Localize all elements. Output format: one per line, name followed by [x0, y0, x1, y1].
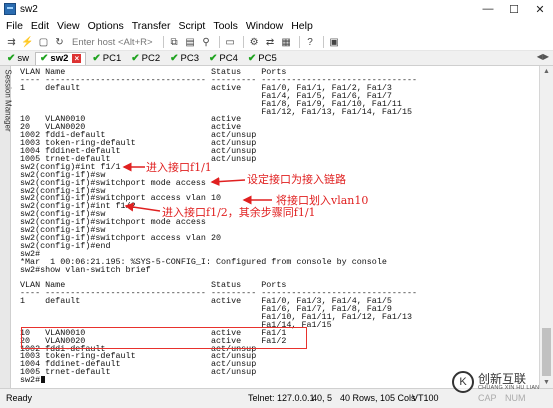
toolbar-divider [242, 36, 244, 48]
copy-icon[interactable]: ⧉ [169, 37, 180, 48]
toolbar-divider [218, 36, 220, 48]
session-options-icon[interactable]: ▣ [329, 37, 340, 48]
toolbar-divider [298, 36, 300, 48]
menu-bar: File Edit View Options Transfer Script T… [0, 18, 553, 34]
paste-icon[interactable]: ▤ [185, 37, 196, 48]
terminal-line: sw2# [20, 375, 41, 386]
tab-pc5[interactable]: ✔ PC5 [244, 52, 281, 65]
maximize-button[interactable]: ☐ [501, 0, 527, 18]
connected-check-icon: ✔ [131, 52, 140, 64]
status-terminal-size: 40 Rows, 105 Cols [340, 393, 416, 403]
tab-label: PC2 [141, 52, 161, 64]
menu-help[interactable]: Help [291, 20, 313, 32]
toolbar-divider [162, 36, 164, 48]
reconnect-icon[interactable]: ↻ [54, 37, 65, 48]
toolbar-divider [322, 36, 324, 48]
tab-pc1[interactable]: ✔ PC1 [88, 52, 125, 65]
connect-icon[interactable]: ⇉ [6, 37, 17, 48]
help-icon[interactable]: ? [305, 37, 316, 48]
close-button[interactable]: ✕ [527, 0, 553, 18]
minimize-button[interactable]: — [475, 0, 501, 18]
tab-pc2[interactable]: ✔ PC2 [127, 52, 164, 65]
menu-tools[interactable]: Tools [213, 20, 238, 32]
settings-icon[interactable]: ⚙ [249, 37, 260, 48]
scroll-up-icon[interactable]: ▲ [540, 66, 553, 77]
tab-label: sw [17, 52, 30, 64]
status-connection: Telnet: 127.0.0.1 [248, 393, 315, 403]
connected-check-icon: ✔ [7, 52, 16, 64]
window-title: sw2 [20, 3, 38, 15]
logo-subtitle: CHUANG XIN HU LIAN [478, 385, 540, 391]
menu-file[interactable]: File [6, 20, 23, 32]
new-tab-icon[interactable]: ▢ [38, 37, 49, 48]
annotation-enter-f1-1: 进入接口f1/1 [146, 161, 212, 174]
logo-icon: K [452, 371, 474, 393]
highlight-box [21, 327, 307, 349]
find-icon[interactable]: ⚲ [201, 37, 212, 48]
text-cursor [41, 376, 45, 384]
status-caps: CAP [478, 393, 497, 403]
connected-check-icon: ✔ [40, 53, 49, 64]
keymap-icon[interactable]: ▦ [281, 37, 292, 48]
vertical-scrollbar[interactable]: ▲ ▼ [539, 66, 553, 388]
menu-script[interactable]: Script [179, 20, 206, 32]
host-input[interactable]: Enter host <Alt+R> [72, 37, 153, 48]
tab-label: PC3 [180, 52, 199, 64]
tab-sw[interactable]: ✔ sw [3, 52, 33, 65]
session-manager-panel[interactable]: Session Manager [0, 66, 13, 388]
tab-sw2[interactable]: ✔ sw2 × [35, 51, 87, 65]
scrollbar-thumb[interactable] [542, 328, 551, 376]
connected-check-icon: ✔ [170, 52, 179, 64]
connected-check-icon: ✔ [209, 52, 218, 64]
terminal-line: 1005 trnet-default act/unsup [20, 367, 257, 378]
window-controls: — ☐ ✕ [475, 0, 553, 18]
sftp-icon[interactable]: ⇄ [265, 37, 276, 48]
print-icon[interactable]: ▭ [225, 37, 236, 48]
tab-label: PC1 [102, 52, 122, 64]
watermark-logo: K 创新互联 CHUANG XIN HU LIAN [452, 371, 539, 393]
tab-label: PC4 [219, 52, 238, 64]
tab-label: PC5 [258, 52, 277, 64]
app-icon [4, 3, 16, 15]
status-num: NUM [505, 393, 526, 403]
annotation-set-access: 设定接口为接入链路 [247, 173, 346, 186]
connected-check-icon: ✔ [247, 52, 257, 64]
tab-bar: ✔ sw ✔ sw2 × ✔ PC1 ✔ PC2 ✔ PC3 ✔ PC4 ✔ PC5 ◀▶ [0, 51, 553, 66]
tab-scroll-arrows-icon[interactable]: ◀▶ [537, 52, 549, 61]
status-cursor-position: 40, 5 [312, 393, 333, 403]
status-ready: Ready [6, 393, 33, 403]
tab-pc3[interactable]: ✔ PC3 [166, 52, 203, 65]
status-emulation: VT100 [412, 393, 439, 403]
menu-options[interactable]: Options [88, 20, 124, 32]
tab-label: sw2 [50, 53, 69, 64]
quick-connect-icon[interactable]: ⚡ [21, 37, 33, 48]
annotation-enter-f1-2: 进入接口f1/2，其余步骤同f1/1 [162, 206, 316, 219]
terminal-line: sw2#show vlan-switch brief [20, 264, 151, 275]
title-bar: sw2 — ☐ ✕ [0, 0, 553, 18]
tab-pc4[interactable]: ✔ PC4 [205, 52, 242, 65]
close-tab-icon[interactable]: × [72, 54, 82, 63]
menu-view[interactable]: View [57, 20, 80, 32]
toolbar: ⇉ ⚡ ▢ ↻ Enter host <Alt+R> ⧉ ▤ ⚲ ▭ ⚙ ⇄ ▦… [0, 34, 553, 51]
logo-name: 创新互联 [478, 372, 527, 386]
menu-transfer[interactable]: Transfer [132, 20, 171, 32]
menu-window[interactable]: Window [246, 20, 283, 32]
scroll-down-icon[interactable]: ▼ [540, 377, 553, 388]
connected-check-icon: ✔ [92, 52, 101, 64]
menu-edit[interactable]: Edit [31, 20, 49, 32]
